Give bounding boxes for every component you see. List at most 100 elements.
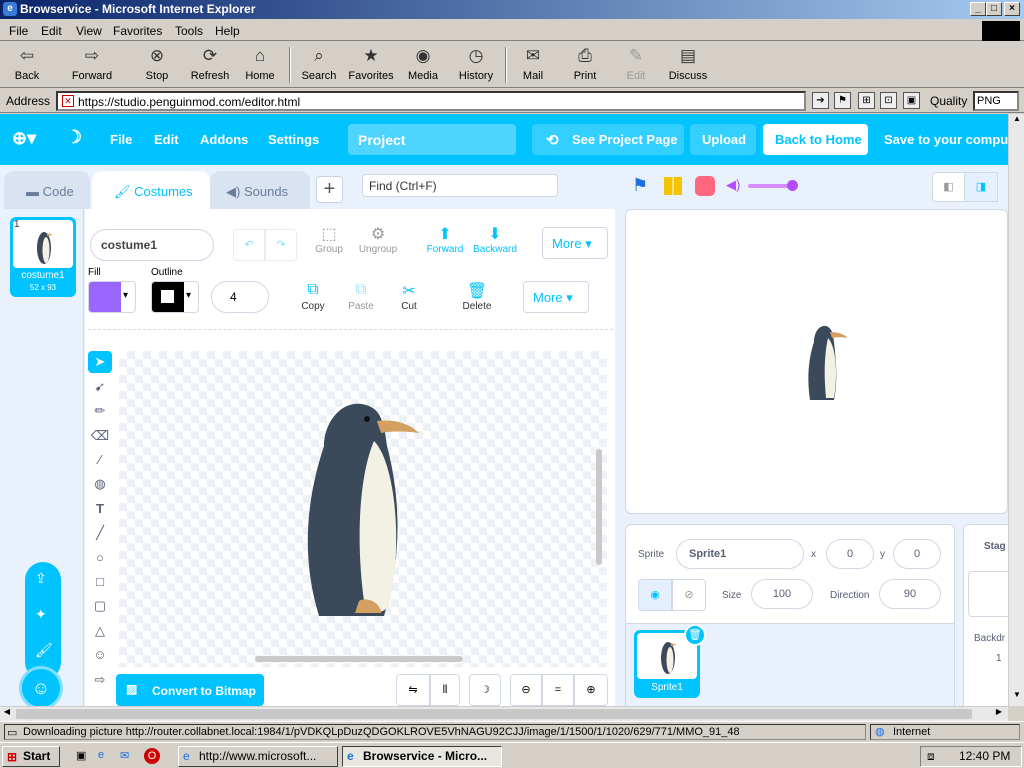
stage-canvas[interactable] xyxy=(625,209,1008,514)
print-button[interactable]: ⎙ Print xyxy=(563,46,607,82)
menu-view[interactable]: View xyxy=(76,24,102,38)
direction-input[interactable]: 90 xyxy=(879,579,941,609)
select-tool-icon[interactable]: ➤ xyxy=(88,351,112,373)
small-stage-icon[interactable]: ◧ xyxy=(932,172,965,202)
upload-button[interactable]: Upload xyxy=(690,124,756,155)
dark-mode-icon[interactable]: ☽ xyxy=(469,674,501,706)
opera-quicklaunch-icon[interactable]: O xyxy=(144,748,160,764)
vertical-scrollbar[interactable]: ▲ ▼ xyxy=(1008,114,1024,706)
costume-name-input[interactable]: costume1 xyxy=(90,229,214,261)
stop-sign-icon[interactable] xyxy=(695,176,715,196)
menu-file-button[interactable]: File xyxy=(110,132,132,147)
forward-layer-button[interactable]: ⬆ Forward xyxy=(423,224,467,255)
brush-tool-icon[interactable]: ✏ xyxy=(88,400,112,422)
bookmark-icon[interactable]: ⚑ xyxy=(834,92,851,109)
sticker-tool-icon[interactable]: ☺ xyxy=(88,644,112,666)
zoom-out-icon[interactable]: ⊖ xyxy=(510,674,542,706)
scroll-right-icon[interactable]: ▶ xyxy=(992,707,1006,721)
clipboard-icon[interactable]: ▣ xyxy=(903,92,920,109)
costume-card[interactable]: 1 costume1 52 x 93 xyxy=(10,217,76,297)
theme-moon-icon[interactable]: ☽ xyxy=(66,127,82,148)
tab-sounds[interactable]: ◀) Sounds xyxy=(210,171,310,209)
language-globe-icon[interactable]: ⊕▾ xyxy=(12,128,36,149)
upload-icon[interactable]: ⇪ xyxy=(35,570,47,587)
canvas-vertical-scrollbar[interactable] xyxy=(596,449,602,565)
network-icon[interactable]: ⧈ xyxy=(927,749,935,764)
horizontal-scroll-thumb[interactable] xyxy=(16,709,972,719)
eraser-tool-icon[interactable]: ⌫ xyxy=(88,425,112,447)
size-input[interactable]: 100 xyxy=(751,579,813,609)
undo-icon[interactable]: ↶ xyxy=(233,229,265,261)
maximize-button[interactable]: □ xyxy=(986,2,1002,16)
zoom-icon[interactable]: ⊞ xyxy=(858,92,875,109)
menu-file[interactable]: File xyxy=(9,24,28,38)
show-eye-icon[interactable]: ◉ xyxy=(638,579,672,611)
zoom-reset-icon[interactable]: = xyxy=(542,674,574,706)
scroll-left-icon[interactable]: ◀ xyxy=(0,707,14,721)
tab-code[interactable]: ▬ Code xyxy=(4,171,90,209)
group-button[interactable]: ⬚ Group xyxy=(311,224,347,255)
flip-vertical-icon[interactable]: ⦀ xyxy=(430,674,460,706)
paint-canvas[interactable] xyxy=(119,351,607,667)
refresh-button[interactable]: ⟳ Refresh xyxy=(188,46,232,82)
minimize-button[interactable]: _ xyxy=(970,2,986,16)
stage-selector-panel[interactable]: Stag Backdr 1 xyxy=(963,524,1008,706)
scroll-up-icon[interactable]: ▲ xyxy=(1010,114,1024,128)
eyedropper-tool-icon[interactable]: ⁄ xyxy=(88,449,112,471)
sprite-card[interactable]: Sprite1 🗑 xyxy=(634,624,706,698)
menu-help[interactable]: Help xyxy=(215,24,240,38)
triangle-tool-icon[interactable]: △ xyxy=(88,620,112,642)
favorites-button[interactable]: ★ Favorites xyxy=(346,46,396,82)
outlook-quicklaunch-icon[interactable]: ✉ xyxy=(120,749,129,762)
circle-tool-icon[interactable]: ○ xyxy=(88,547,112,569)
add-extension-button[interactable]: + xyxy=(316,176,343,203)
reshape-tool-icon[interactable]: ➹ xyxy=(88,376,112,398)
discuss-button[interactable]: ▤ Discuss xyxy=(666,46,710,82)
volume-slider-thumb[interactable] xyxy=(787,180,798,191)
canvas-horizontal-scrollbar[interactable] xyxy=(255,656,463,662)
line-tool-icon[interactable]: ╱ xyxy=(88,522,112,544)
fill-tool-icon[interactable]: ◍ xyxy=(88,473,112,495)
menu-favorites[interactable]: Favorites xyxy=(113,24,162,38)
history-button[interactable]: ◷ History xyxy=(452,46,500,82)
volume-icon[interactable]: ◀) xyxy=(726,177,740,193)
project-title-input[interactable]: Project xyxy=(348,124,516,155)
media-button[interactable]: ◉ Media xyxy=(401,46,445,82)
backward-layer-button[interactable]: ⬇ Backward xyxy=(471,224,519,255)
see-project-page-button[interactable]: ⟲ See Project Page xyxy=(532,124,684,155)
forward-button[interactable]: ⇨ Forward xyxy=(70,46,114,82)
menu-edit[interactable]: Edit xyxy=(41,24,62,38)
y-input[interactable]: 0 xyxy=(893,539,941,569)
delete-sprite-icon[interactable]: 🗑 xyxy=(684,624,706,646)
text-tool-icon[interactable]: T xyxy=(88,498,112,520)
fill-color-picker[interactable]: ▾ xyxy=(88,281,136,313)
ie-quicklaunch-icon[interactable]: e xyxy=(98,749,104,761)
more-layer-options-button[interactable]: More ▾ xyxy=(542,227,608,259)
outline-width-input[interactable]: 4 xyxy=(211,281,269,313)
convert-to-bitmap-button[interactable]: ▨ Convert to Bitmap xyxy=(116,674,264,706)
show-desktop-icon[interactable]: ▣ xyxy=(76,749,86,762)
menu-settings-button[interactable]: Settings xyxy=(268,132,319,147)
address-input[interactable]: ✕ https://studio.penguinmod.com/editor.h… xyxy=(56,91,806,111)
flip-horizontal-icon[interactable]: ⇋ xyxy=(396,674,430,706)
normal-stage-icon[interactable]: ◨ xyxy=(964,172,998,202)
surprise-icon[interactable]: ✦ xyxy=(35,606,47,623)
menu-addons-button[interactable]: Addons xyxy=(200,132,248,147)
more-edit-options-button[interactable]: More ▾ xyxy=(523,281,589,313)
choose-costume-button[interactable]: ☺ xyxy=(19,666,63,706)
taskbar-task-microsoft[interactable]: e http://www.microsoft... xyxy=(178,746,338,767)
home-button[interactable]: ⌂ Home xyxy=(238,46,282,82)
zoom-in-icon[interactable]: ⊕ xyxy=(574,674,608,706)
rounded-rectangle-tool-icon[interactable]: ▢ xyxy=(88,595,112,617)
x-input[interactable]: 0 xyxy=(826,539,874,569)
cut-button[interactable]: ✂ Cut xyxy=(391,281,427,312)
green-flag-icon[interactable]: ⚑ xyxy=(632,175,648,196)
pause-icon[interactable] xyxy=(664,177,682,195)
edit-button[interactable]: ✎ Edit xyxy=(614,46,658,82)
rectangle-tool-icon[interactable]: □ xyxy=(88,571,112,593)
start-button[interactable]: ⊞ Start xyxy=(2,746,60,767)
ungroup-button[interactable]: ⚙ Ungroup xyxy=(355,224,401,255)
stop-button[interactable]: ⊗ Stop xyxy=(135,46,179,82)
go-arrow-icon[interactable]: ➔ xyxy=(812,92,829,109)
paint-icon[interactable]: 🖌 xyxy=(35,642,53,659)
